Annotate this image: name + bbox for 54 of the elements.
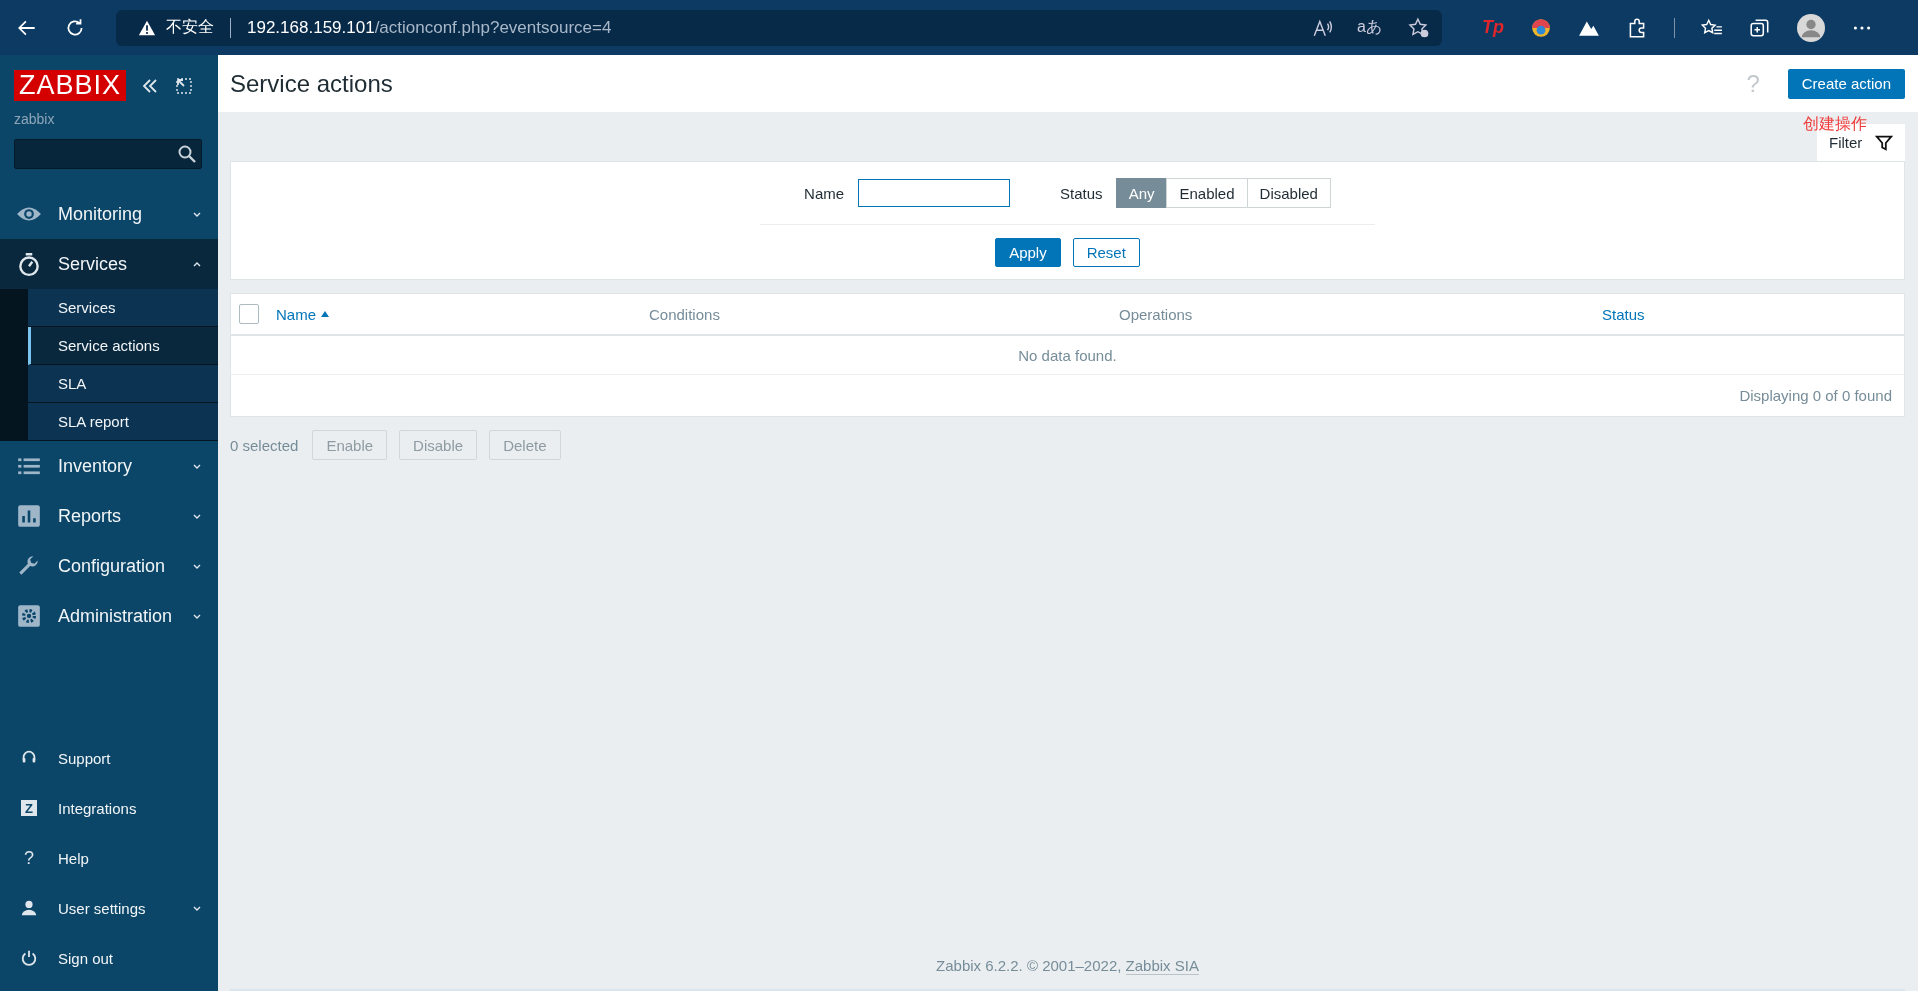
menu-item[interactable]: Monitoring <box>0 189 218 239</box>
chart-icon <box>16 503 42 529</box>
stopwatch-icon <box>16 251 42 277</box>
name-input[interactable] <box>858 179 1011 207</box>
status-option[interactable]: Disabled <box>1246 178 1331 208</box>
security-label: 不安全 <box>166 17 214 37</box>
power-icon <box>20 949 38 967</box>
page-title: Service actions <box>230 69 394 98</box>
reset-button[interactable]: Reset <box>1072 238 1140 267</box>
search-icon[interactable] <box>177 144 197 164</box>
menu-item[interactable]: Inventory <box>0 441 218 491</box>
url-text: 192.168.159.101/actionconf.php?eventsource=4 <box>247 17 612 38</box>
favorite-add-icon[interactable] <box>1408 16 1430 39</box>
apply-button[interactable]: Apply <box>995 238 1061 267</box>
sort-ascending-icon <box>320 309 330 319</box>
submenu-item[interactable]: SLA report <box>28 403 218 441</box>
search-field[interactable] <box>14 139 202 169</box>
gear-icon <box>16 603 42 629</box>
empty-message: No data found. <box>231 336 1904 375</box>
menu-item[interactable]: Services <box>0 239 218 289</box>
create-action-button[interactable]: Create action <box>1787 68 1905 99</box>
kiosk-mode-icon[interactable] <box>174 75 195 96</box>
color-ball-icon[interactable] <box>1530 16 1552 39</box>
menu-item[interactable]: Administration <box>0 591 218 641</box>
submenu-item[interactable]: SLA <box>28 365 218 403</box>
menu-item[interactable]: Configuration <box>0 541 218 591</box>
address-bar[interactable]: 不安全 192.168.159.101/actionconf.php?eventsource=4 aあ <box>116 9 1442 46</box>
status-label: Status <box>1060 184 1103 202</box>
help-icon: ? <box>20 847 38 869</box>
column-header: Conditions <box>649 305 721 323</box>
sidebar-link[interactable]: ? Help <box>0 833 218 883</box>
status-option[interactable]: Enabled <box>1166 178 1248 208</box>
user-icon <box>20 899 38 917</box>
sidebar-link[interactable]: Support <box>0 733 218 783</box>
selected-count: 0 selected <box>230 436 299 454</box>
submenu-item[interactable]: Service actions <box>28 327 218 365</box>
table-summary: Displaying 0 of 0 found <box>1739 387 1892 404</box>
z-box-icon: Z <box>21 800 37 816</box>
name-label: Name <box>804 184 845 202</box>
submenu-item[interactable]: Services <box>28 289 218 327</box>
select-all-checkbox[interactable] <box>239 304 259 324</box>
zabbix-logo[interactable]: ZABBIX <box>14 70 127 101</box>
filter-icon <box>1875 133 1893 152</box>
column-header[interactable]: Name <box>276 305 649 323</box>
profile-avatar-icon[interactable] <box>1797 13 1825 42</box>
column-header[interactable]: Status <box>1602 305 1904 323</box>
footer-text: Zabbix 6.2.2. © 2001–2022, Zabbix SIA <box>936 956 1199 974</box>
sidebar-link[interactable]: User settings <box>0 883 218 933</box>
column-header: Operations <box>1119 305 1194 323</box>
username-label: zabbix <box>14 111 56 127</box>
menu-item[interactable]: Reports <box>0 491 218 541</box>
translate-icon[interactable]: aあ <box>1357 17 1382 38</box>
sidebar-link[interactable]: Sign out <box>0 933 218 983</box>
sidebar-link[interactable]: Z Integrations <box>0 783 218 833</box>
